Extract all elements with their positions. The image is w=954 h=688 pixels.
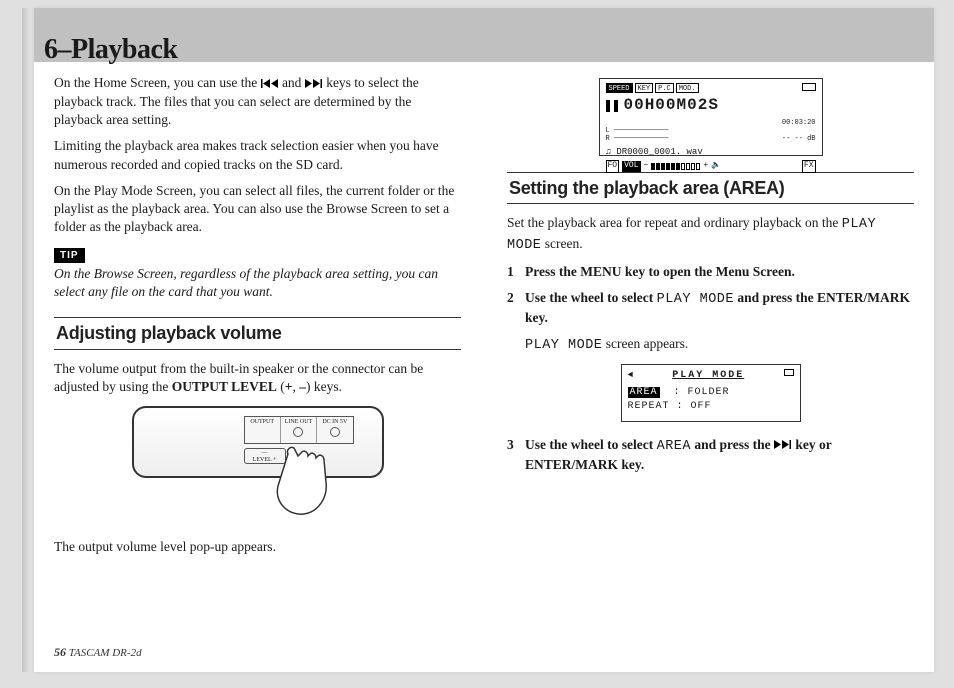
step-1: 1 Press the MENU key to open the Menu Sc… bbox=[507, 263, 914, 281]
lcd-repeat-line: REPEAT : OFF bbox=[628, 400, 794, 414]
output-level-key-label: OUTPUT LEVEL bbox=[172, 379, 277, 394]
lcd-tab-mod: MOD. bbox=[676, 83, 699, 93]
intro-paragraph-3: On the Play Mode Screen, you can select … bbox=[54, 182, 461, 237]
speaker-icon: 🔈 bbox=[711, 161, 721, 172]
panel-lineout-label: LINE OUT bbox=[281, 418, 316, 426]
step-2-result: PLAY MODE screen appears. bbox=[525, 335, 914, 355]
content-columns: On the Home Screen, you can use the and … bbox=[34, 62, 934, 564]
area-paragraph: Set the playback area for repeat and ord… bbox=[507, 214, 914, 254]
enter-mark-key-label: ENTER/MARK bbox=[817, 290, 910, 305]
page-title: 6–Playback bbox=[44, 34, 177, 66]
enter-mark-key-label: ENTER/MARK bbox=[525, 457, 618, 472]
tip-label: TIP bbox=[54, 248, 85, 264]
fast-forward-icon bbox=[774, 436, 792, 454]
intro-paragraph-2: Limiting the playback area makes track s… bbox=[54, 137, 461, 173]
panel-output-label: OUTPUT bbox=[245, 417, 281, 443]
lcd-area-label: AREA bbox=[628, 387, 660, 398]
menu-key-label: MENU bbox=[580, 264, 621, 279]
lcd-tab-pc: P.C bbox=[655, 83, 674, 93]
page-footer: 56 TASCAM DR-2d bbox=[54, 645, 142, 660]
lcd-home-screenshot: SPEED KEY P.C MOD. 00H00M02S 00:03:20 L … bbox=[599, 78, 823, 156]
lcd-tab-speed: SPEED bbox=[606, 83, 633, 93]
page-number: 56 bbox=[54, 645, 66, 659]
section-heading-volume: Adjusting playback volume bbox=[54, 317, 461, 349]
device-illustration: OUTPUT LINE OUT DC IN 5V — LEVEL + bbox=[128, 406, 388, 526]
product-model: TASCAM DR-2d bbox=[69, 647, 142, 659]
lcd-elapsed-time: 00H00M02S bbox=[624, 95, 719, 117]
tip-text: On the Browse Screen, regardless of the … bbox=[54, 265, 461, 301]
left-column: On the Home Screen, you can use the and … bbox=[54, 74, 461, 564]
step-3: 3 Use the wheel to select AREA and press… bbox=[507, 436, 914, 474]
dc-in-jack-icon bbox=[330, 427, 340, 437]
manual-page: 6–Playback On the Home Screen, you can u… bbox=[34, 8, 934, 672]
lcd-remaining-time: 00:03:20 bbox=[606, 119, 816, 127]
volume-paragraph: The volume output from the built-in spea… bbox=[54, 360, 461, 396]
line-out-jack-icon bbox=[293, 427, 303, 437]
lcd-playmode-title: PLAY MODE bbox=[633, 369, 784, 383]
battery-icon bbox=[784, 369, 794, 376]
panel-dcin-label: DC IN 5V bbox=[317, 418, 352, 426]
tip-box: TIP On the Browse Screen, regardless of … bbox=[54, 245, 461, 302]
lcd-tab-key: KEY bbox=[635, 83, 654, 93]
lcd-filename: DR0000_0001. wav bbox=[616, 147, 702, 157]
right-column: SPEED KEY P.C MOD. 00H00M02S 00:03:20 L … bbox=[507, 74, 914, 564]
instruction-steps: 1 Press the MENU key to open the Menu Sc… bbox=[507, 263, 914, 474]
section-heading-area: Setting the playback area (AREA) bbox=[507, 172, 914, 204]
rewind-icon bbox=[261, 75, 279, 93]
step-2: 2 Use the wheel to select PLAY MODE and … bbox=[507, 289, 914, 327]
fast-forward-icon bbox=[305, 75, 323, 93]
volume-popup-paragraph: The output volume level pop-up appears. bbox=[54, 538, 461, 556]
battery-icon bbox=[802, 83, 816, 91]
volume-meter-icon bbox=[651, 163, 700, 170]
hand-pointer-icon bbox=[268, 442, 368, 522]
lcd-area-value: : FOLDER bbox=[674, 387, 730, 398]
pause-icon bbox=[606, 100, 618, 112]
header-bar: 6–Playback bbox=[34, 8, 934, 62]
intro-paragraph-1: On the Home Screen, you can use the and … bbox=[54, 74, 461, 129]
lcd-playmode-screenshot: ◄PLAY MODE AREA : FOLDER REPEAT : OFF bbox=[621, 364, 801, 422]
